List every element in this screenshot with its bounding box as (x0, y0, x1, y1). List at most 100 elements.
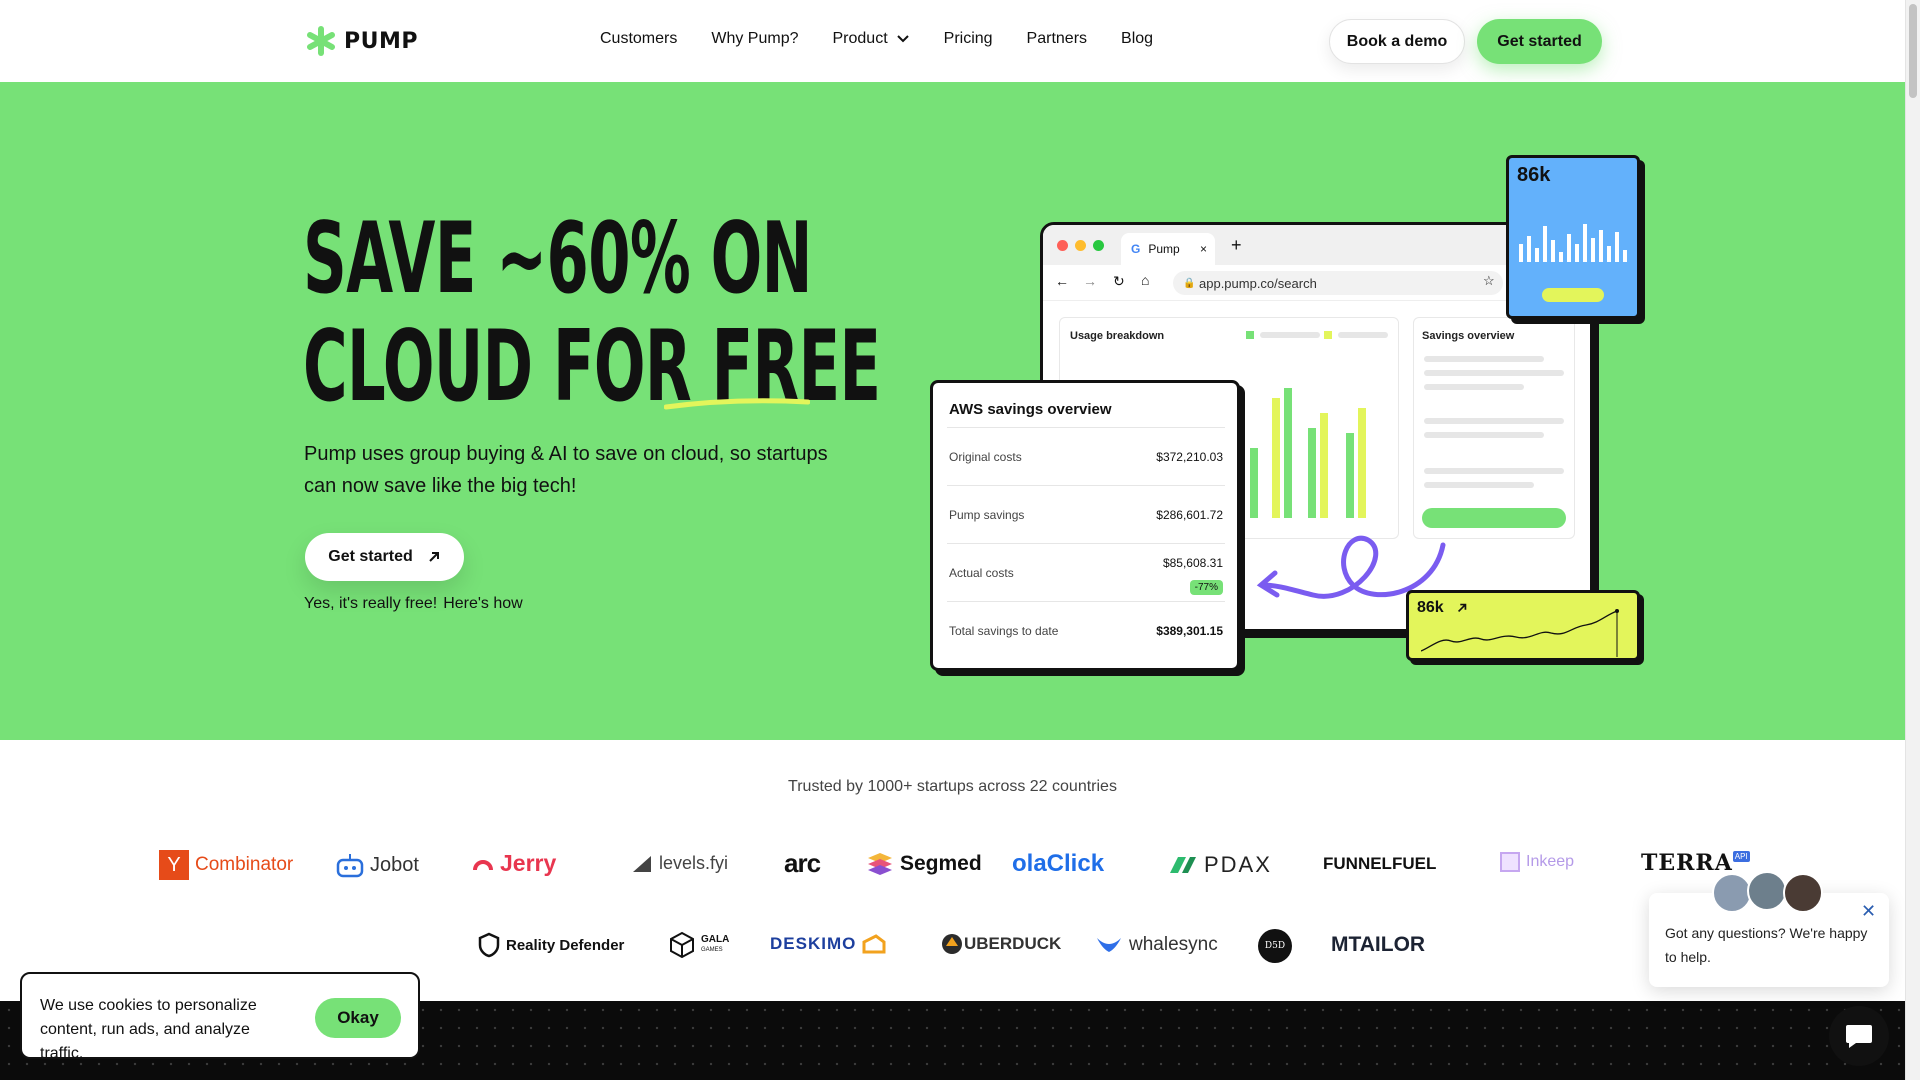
nav-blog[interactable]: Blog (1121, 30, 1153, 48)
support-avatar-1 (1712, 873, 1752, 913)
placeholder-line (1424, 384, 1524, 390)
back-arrow-icon: ← (1055, 273, 1069, 289)
hero-note-text: Yes, it's really free! (304, 595, 438, 612)
aws-row-value: $372,210.03 (1156, 450, 1223, 464)
aws-card-title: AWS savings overview (949, 401, 1112, 418)
logo-y-combinator: Y Combinator (159, 850, 293, 880)
close-icon[interactable]: ✕ (1861, 901, 1876, 922)
book-demo-button[interactable]: Book a demo (1329, 19, 1465, 64)
reload-icon: ↻ (1113, 273, 1125, 289)
window-close-dot (1057, 240, 1068, 251)
get-started-hero-label: Get started (328, 548, 413, 565)
nav-pricing[interactable]: Pricing (944, 30, 993, 48)
legend-line (1338, 332, 1388, 338)
gala-subtext: GAMES (701, 947, 723, 953)
lock-icon: 🔒 (1183, 277, 1196, 289)
aws-row-total: Total savings to date $389,301.15 (947, 601, 1225, 659)
trusted-heading: Trusted by 1000+ startups across 22 coun… (788, 778, 1117, 795)
cookie-text: We use cookies to personalize content, r… (40, 997, 257, 1062)
logo-inkeep: Inkeep (1500, 852, 1574, 872)
nav-customers[interactable]: Customers (600, 30, 677, 48)
terra-text: TERRA (1641, 850, 1733, 876)
logo-levels-fyi: levels.fyi (631, 853, 728, 874)
deskimo-text: DESKIMO (770, 934, 857, 953)
get-started-header-button[interactable]: Get started (1477, 19, 1602, 64)
aws-row-savings: Pump savings $286,601.72 (947, 485, 1225, 543)
cookie-banner: We use cookies to personalize content, r… (20, 972, 420, 1062)
legend-lime (1324, 331, 1332, 339)
aws-row-value: $85,608.31 (1162, 556, 1223, 570)
main-nav: Customers Why Pump? Product Pricing Part… (600, 30, 1153, 48)
logo-mtailor: M TAILOR (1331, 933, 1425, 957)
logo-jobot: Jobot (336, 852, 419, 878)
pdax-mark-icon (1170, 857, 1196, 873)
olaclick-text: olaClick (1012, 850, 1105, 877)
logo-arc: arc (784, 848, 821, 879)
savings-overview-panel: Savings overview (1413, 317, 1575, 539)
logo-whalesync: whalesync (1095, 934, 1218, 956)
reality-defender-text: Reality Defender (506, 936, 625, 954)
gala-cube-icon (670, 931, 694, 959)
whalesync-text: whalesync (1129, 934, 1218, 955)
nav-why-pump[interactable]: Why Pump? (711, 30, 798, 48)
cookie-okay-button[interactable]: Okay (315, 998, 401, 1038)
logo-pdax: PDAX (1168, 852, 1272, 878)
logo-olaclick: olaClick (1012, 850, 1104, 878)
inkeep-square-icon (1500, 852, 1520, 872)
deskimo-mark-icon (862, 934, 886, 954)
hero-note: Yes, it's really free! Here's how (304, 595, 523, 613)
segmed-text: Segmed (900, 852, 982, 875)
aws-row-actual: Actual costs $85,608.31 -77% (947, 543, 1225, 601)
aws-row-label: Pump savings (949, 508, 1025, 522)
terra-api-badge: API (1732, 850, 1750, 862)
yellow-card-sparkline (1421, 609, 1619, 657)
mtailor-m-icon: M (1331, 933, 1349, 956)
browser-tab-title: Pump (1148, 242, 1180, 256)
logo-funnelfuel: FUNNELFUEL (1323, 854, 1436, 874)
yellow-stats-card: 86k (1406, 590, 1640, 661)
heres-how-link[interactable]: Here's how (443, 595, 523, 613)
jobot-text: Jobot (370, 853, 419, 876)
aws-savings-card: AWS savings overview Original costs $372… (930, 380, 1240, 671)
chevron-down-icon (896, 35, 909, 43)
forward-arrow-icon: → (1083, 273, 1097, 289)
chat-greeting-text: Got any questions? We're happy to help. (1665, 925, 1868, 965)
brand-logo[interactable]: PUMP (306, 26, 418, 56)
legend-line (1260, 332, 1320, 338)
chat-launcher-button[interactable] (1829, 1006, 1889, 1066)
get-started-hero-button[interactable]: Get started (305, 533, 464, 581)
aws-row-value: $286,601.72 (1156, 508, 1223, 522)
nav-partners[interactable]: Partners (1027, 30, 1087, 48)
address-bar: 🔒 app.pump.co/search (1173, 271, 1503, 295)
d5d-circle-icon: D5D (1258, 929, 1292, 963)
gala-text: GALA (701, 934, 730, 945)
browser-tab: G Pump × (1121, 233, 1215, 265)
shield-icon (478, 932, 500, 958)
support-avatar-2 (1747, 871, 1787, 911)
aws-row-label: Actual costs (949, 566, 1014, 580)
jerry-arc-icon (473, 859, 493, 870)
pump-asterisk-icon (307, 26, 335, 56)
scrollbar-thumb[interactable] (1909, 4, 1917, 98)
uberduck-text: UBERDUCK (964, 934, 1062, 953)
google-icon: G (1131, 242, 1141, 256)
tab-close-icon: × (1199, 242, 1207, 256)
blue-card-bars (1519, 224, 1627, 262)
brand-name: PUMP (344, 28, 419, 54)
blue-stats-card: 86k (1506, 155, 1640, 319)
page-scrollbar[interactable] (1905, 0, 1920, 1080)
levels-bars-icon (633, 855, 651, 872)
logo-reality-defender: Reality Defender (478, 932, 624, 958)
window-maximize-dot (1093, 240, 1104, 251)
inkeep-text: Inkeep (1526, 853, 1575, 870)
logo-deskimo: DESKIMO (770, 934, 886, 954)
home-icon: ⌂ (1141, 272, 1150, 288)
pdax-text: PDAX (1204, 852, 1272, 877)
usage-bar-chart (1250, 388, 1366, 518)
placeholder-line (1424, 418, 1564, 424)
placeholder-line (1424, 482, 1534, 488)
jerry-text: Jerry (500, 850, 557, 876)
logo-gala: GALA GAMES (669, 931, 729, 959)
placeholder-line (1424, 432, 1544, 438)
nav-product[interactable]: Product (833, 30, 910, 48)
